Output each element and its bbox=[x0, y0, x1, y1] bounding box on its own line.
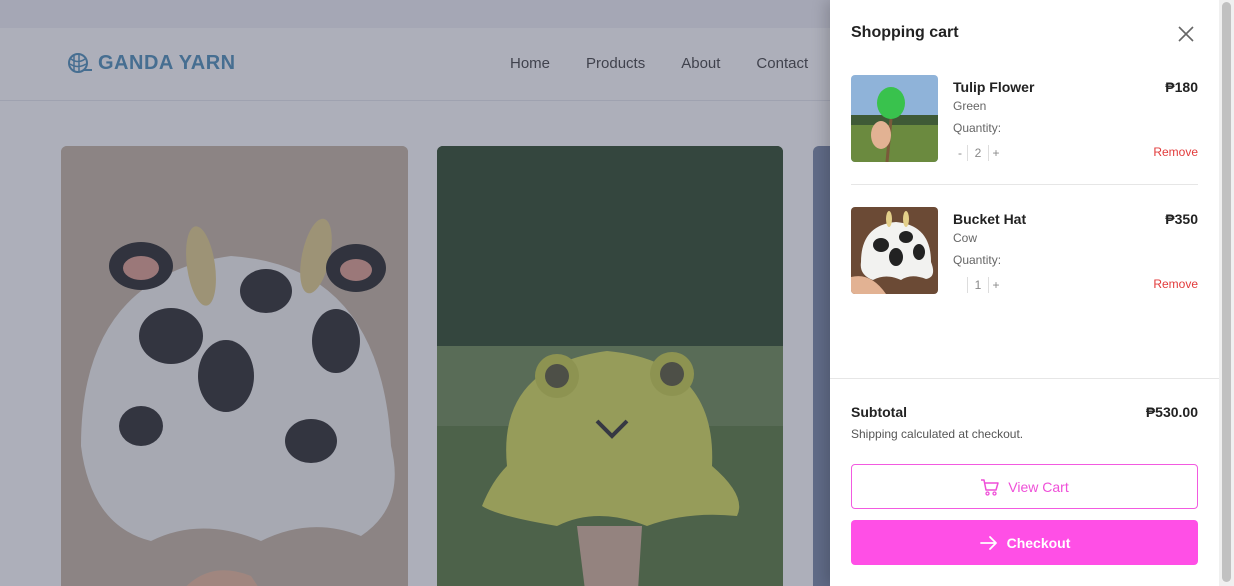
tulip-flower-image bbox=[851, 75, 938, 162]
quantity-label: Quantity: bbox=[953, 121, 1002, 135]
item-name: Bucket Hat bbox=[953, 211, 1027, 227]
increase-quantity-button[interactable]: + bbox=[989, 146, 1003, 160]
cart-icon bbox=[981, 478, 1000, 496]
arrow-right-icon bbox=[979, 535, 997, 550]
cart-footer: Subtotal ₱530.00 Shipping calculated at … bbox=[830, 378, 1219, 586]
quantity-stepper: - 2 + bbox=[953, 145, 1003, 161]
item-price: ₱350 bbox=[1165, 211, 1198, 227]
cart-item: Tulip Flower ₱180 Green Quantity: - 2 + … bbox=[851, 75, 1198, 185]
quantity-stepper: 1 + bbox=[953, 277, 1003, 293]
decrease-quantity-button[interactable]: - bbox=[953, 146, 967, 160]
cow-bucket-hat-thumbnail bbox=[851, 207, 938, 294]
page-scrollbar[interactable] bbox=[1219, 0, 1234, 586]
subtotal-label: Subtotal bbox=[851, 404, 907, 420]
scrollbar-thumb[interactable] bbox=[1222, 2, 1231, 582]
cart-title: Shopping cart bbox=[851, 24, 959, 41]
subtotal-value: ₱530.00 bbox=[1145, 404, 1198, 420]
item-name: Tulip Flower bbox=[953, 79, 1035, 95]
shopping-cart-drawer: Shopping cart Tulip Flower ₱180 Green Qu… bbox=[830, 0, 1219, 586]
quantity-label: Quantity: bbox=[953, 253, 1002, 267]
view-cart-label: View Cart bbox=[1008, 478, 1069, 495]
item-thumbnail[interactable] bbox=[851, 207, 938, 294]
cart-item: Bucket Hat ₱350 Cow Quantity: 1 + Remove bbox=[851, 207, 1198, 297]
item-thumbnail[interactable] bbox=[851, 75, 938, 162]
quantity-value[interactable]: 2 bbox=[967, 145, 989, 161]
checkout-label: Checkout bbox=[1006, 534, 1071, 551]
remove-item-button[interactable]: Remove bbox=[1153, 145, 1198, 159]
increase-quantity-button[interactable]: + bbox=[989, 278, 1003, 292]
item-variant: Cow bbox=[953, 231, 978, 245]
quantity-value[interactable]: 1 bbox=[967, 277, 989, 293]
remove-item-button[interactable]: Remove bbox=[1153, 277, 1198, 291]
checkout-button[interactable]: Checkout bbox=[851, 520, 1198, 565]
shipping-note: Shipping calculated at checkout. bbox=[851, 427, 1024, 441]
view-cart-button[interactable]: View Cart bbox=[851, 464, 1198, 509]
item-variant: Green bbox=[953, 99, 987, 113]
item-price: ₱180 bbox=[1165, 79, 1198, 95]
close-icon[interactable] bbox=[1176, 24, 1196, 44]
